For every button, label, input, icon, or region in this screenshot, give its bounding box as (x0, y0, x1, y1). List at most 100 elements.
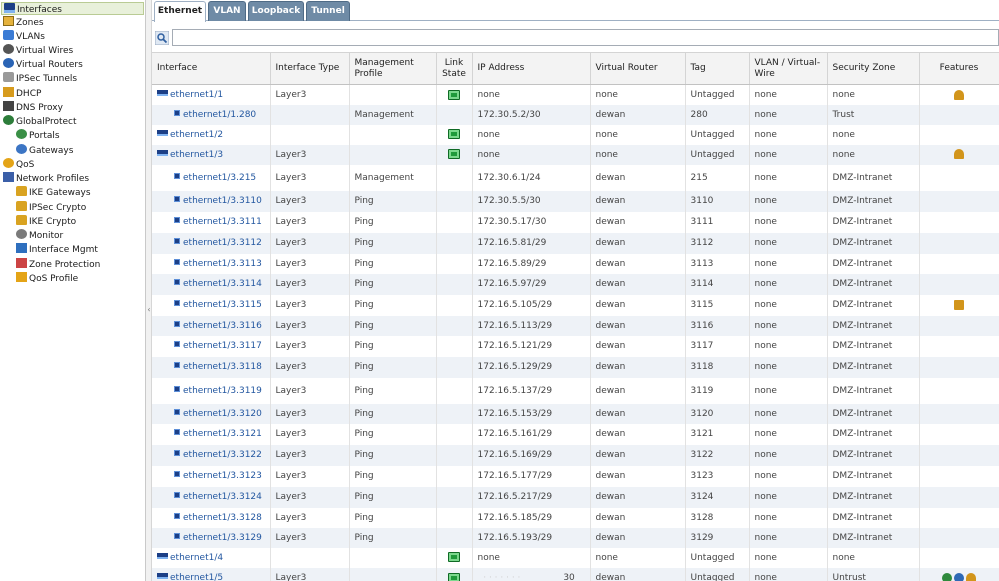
globalprotect-icon[interactable] (942, 572, 952, 581)
sidebar-item-network-profiles[interactable]: Network Profiles (3, 172, 89, 185)
interface-cell[interactable]: ethernet1/3.3113 (152, 253, 271, 274)
interface-cell[interactable]: ethernet1/5 (152, 567, 271, 581)
interface-cell-text[interactable]: ethernet1/3.3117 (183, 341, 262, 351)
sidebar-item-portals[interactable]: Portals (16, 129, 60, 142)
column-header-features[interactable]: Features (919, 52, 999, 85)
interface-cell[interactable]: ethernet1/3.3121 (152, 423, 271, 445)
sidebar-item-dns-proxy[interactable]: DNS Proxy (3, 101, 63, 114)
interface-cell-text[interactable]: ethernet1/4 (170, 553, 223, 563)
table-row[interactable]: ethernet1/3.3113 Layer3 Ping 172.16.5.89/29… (152, 253, 999, 274)
interface-cell-text[interactable]: ethernet1/3.3123 (183, 471, 262, 481)
tab-ethernet[interactable]: Ethernet (154, 1, 206, 22)
sidebar-item-zone-protection[interactable]: Zone Protection (16, 258, 100, 271)
interface-cell[interactable]: ethernet1/3.3129 (152, 527, 271, 548)
table-row[interactable]: ethernet1/3.3117 Layer3 Ping 172.16.5.121/2… (152, 335, 999, 357)
column-header-link-state[interactable]: Link State (436, 52, 473, 85)
sidebar-item-qos[interactable]: QoS (3, 158, 34, 171)
table-row[interactable]: ethernet1/3.215 Layer3 Management 172.30.6.… (152, 164, 999, 191)
interface-cell-text[interactable]: ethernet1/3.215 (183, 173, 256, 183)
sidebar-item-virtual-routers[interactable]: Virtual Routers (3, 58, 83, 71)
interface-cell-text[interactable]: ethernet1/2 (170, 130, 223, 140)
interface-cell-text[interactable]: ethernet1/3.3114 (183, 279, 262, 289)
dhcp-server-icon[interactable] (954, 149, 964, 160)
table-row[interactable]: ethernet1/3.3114 Layer3 Ping 172.16.5.97/29… (152, 273, 999, 295)
interface-cell[interactable]: ethernet1/3.3128 (152, 507, 271, 528)
tab-tunnel[interactable]: Tunnel (306, 1, 350, 21)
interface-cell-text[interactable]: ethernet1/3.3110 (183, 196, 262, 206)
interface-cell-text[interactable]: ethernet1/3.3113 (183, 259, 262, 269)
dhcp-server-icon[interactable] (966, 572, 976, 581)
interface-cell[interactable]: ethernet1/3.3119 (152, 377, 271, 404)
sidebar-item-ike-crypto[interactable]: IKE Crypto (16, 215, 76, 228)
interface-cell-text[interactable]: ethernet1/3.3124 (183, 492, 262, 502)
sidebar-item-interfaces[interactable]: Interfaces (1, 2, 144, 15)
table-row[interactable]: ethernet1/3.3122 Layer3 Ping 172.16.5.169/2… (152, 444, 999, 466)
sidebar-item-interface-mgmt[interactable]: Interface Mgmt (16, 243, 98, 256)
column-header-tag[interactable]: Tag (685, 52, 750, 85)
interface-cell-text[interactable]: ethernet1/1 (170, 90, 223, 100)
sidebar-item-monitor[interactable]: Monitor (16, 229, 63, 242)
sidebar-item-gateways[interactable]: Gateways (16, 144, 73, 157)
interface-cell[interactable]: ethernet1/3.3115 (152, 294, 271, 316)
tab-loopback[interactable]: Loopback (248, 1, 304, 21)
tab-vlan[interactable]: VLAN (208, 1, 246, 21)
interface-cell-text[interactable]: ethernet1/3.3120 (183, 409, 262, 419)
sidebar-item-zones[interactable]: Zones (3, 16, 44, 29)
interface-cell[interactable]: ethernet1/3.3110 (152, 190, 271, 212)
interface-cell-text[interactable]: ethernet1/3.3122 (183, 450, 262, 460)
sidebar-item-ipsec-tunnels[interactable]: IPSec Tunnels (3, 72, 77, 85)
column-header-vlan-virtual-wire[interactable]: VLAN / Virtual-Wire (749, 52, 828, 85)
table-row[interactable]: ethernet1/3.3115 Layer3 Ping 172.16.5.105/2… (152, 294, 999, 316)
table-row[interactable]: ethernet1/3.3110 Layer3 Ping 172.30.5.5/30 d… (152, 190, 999, 212)
interface-cell-text[interactable]: ethernet1/3.3118 (183, 362, 262, 372)
dhcp-server-icon[interactable] (954, 89, 964, 100)
table-row[interactable]: ethernet1/3.3112 Layer3 Ping 172.16.5.81/29… (152, 232, 999, 254)
interface-cell[interactable]: ethernet1/4 (152, 547, 271, 568)
interface-cell[interactable]: ethernet1/3.3112 (152, 232, 271, 254)
interface-cell[interactable]: ethernet1/3.3123 (152, 465, 271, 487)
table-row[interactable]: ethernet1/2 none none Untagged none none (152, 124, 999, 145)
interface-cell-text[interactable]: ethernet1/3.3116 (183, 321, 262, 331)
column-header-management-profile[interactable]: Management Profile (349, 52, 437, 85)
interface-cell[interactable]: ethernet1/3.3122 (152, 444, 271, 466)
interface-cell[interactable]: ethernet1/3.3124 (152, 486, 271, 508)
interface-cell[interactable]: ethernet1/3.3111 (152, 211, 271, 233)
interface-cell[interactable]: ethernet1/3.3120 (152, 403, 271, 424)
interface-cell[interactable]: ethernet1/3.3117 (152, 335, 271, 357)
interface-cell-text[interactable]: ethernet1/3.3112 (183, 238, 262, 248)
column-header-virtual-router[interactable]: Virtual Router (590, 52, 686, 85)
column-header-ip-address[interactable]: IP Address (472, 52, 591, 85)
table-row[interactable]: ethernet1/3.3119 Layer3 Ping 172.16.5.137/2… (152, 377, 999, 404)
table-row[interactable]: ethernet1/3.3121 Layer3 Ping 172.16.5.161/2… (152, 423, 999, 445)
table-row[interactable]: ethernet1/3.3118 Layer3 Ping 172.16.5.129/2… (152, 356, 999, 378)
interface-cell-text[interactable]: ethernet1/3.3129 (183, 533, 262, 543)
interface-cell[interactable]: ethernet1/2 (152, 124, 271, 145)
interface-cell[interactable]: ethernet1/1.280 (152, 104, 271, 125)
sidebar-item-vlans[interactable]: VLANs (3, 30, 45, 43)
interface-cell-text[interactable]: ethernet1/3 (170, 150, 223, 160)
interface-cell[interactable]: ethernet1/3.215 (152, 164, 271, 191)
table-row[interactable]: ethernet1/3 Layer3 none none Untagged none non… (152, 144, 999, 165)
sidebar-item-dhcp[interactable]: DHCP (3, 87, 41, 100)
column-header-security-zone[interactable]: Security Zone (827, 52, 920, 85)
globe-icon[interactable] (954, 572, 964, 581)
ip-feature-icon[interactable] (954, 299, 964, 310)
table-row[interactable]: ethernet1/5 Layer3 · · · · · · · 30 dewan U… (152, 567, 999, 581)
table-row[interactable]: ethernet1/3.3116 Layer3 Ping 172.16.5.113/2… (152, 315, 999, 336)
table-row[interactable]: ethernet1/3.3123 Layer3 Ping 172.16.5.177/2… (152, 465, 999, 487)
interface-cell-text[interactable]: ethernet1/3.3119 (183, 386, 262, 396)
search-input[interactable] (172, 29, 999, 46)
interface-cell-text[interactable]: ethernet1/1.280 (183, 110, 256, 120)
interface-cell[interactable]: ethernet1/3.3116 (152, 315, 271, 336)
interface-cell[interactable]: ethernet1/3.3118 (152, 356, 271, 378)
column-header-interface[interactable]: Interface (152, 52, 271, 85)
interface-cell[interactable]: ethernet1/1 (152, 84, 271, 105)
table-row[interactable]: ethernet1/3.3129 Layer3 Ping 172.16.5.193/2… (152, 527, 999, 548)
sidebar-item-ike-gateways[interactable]: IKE Gateways (16, 186, 91, 199)
interface-cell-text[interactable]: ethernet1/3.3111 (183, 217, 262, 227)
table-row[interactable]: ethernet1/4 none none Untagged none none (152, 547, 999, 568)
sidebar-item-qos-profile[interactable]: QoS Profile (16, 272, 78, 285)
interface-cell-text[interactable]: ethernet1/3.3121 (183, 429, 262, 439)
sidebar-item-virtual-wires[interactable]: Virtual Wires (3, 44, 73, 57)
column-header-interface-type[interactable]: Interface Type (270, 52, 350, 85)
